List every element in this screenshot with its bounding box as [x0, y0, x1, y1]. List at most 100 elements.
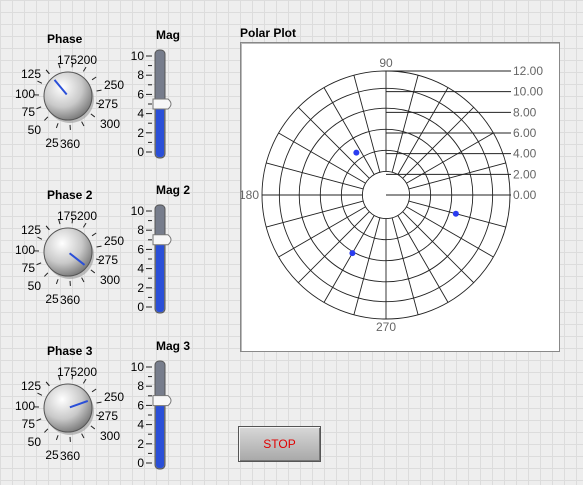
phase-knob[interactable]: 175 200125250100275753005025 360: [0, 48, 130, 153]
polar-grid-spoke: [298, 211, 370, 283]
polar-data-point: [353, 149, 360, 156]
slider-tick-label: 2: [137, 281, 144, 295]
knob-tick: [96, 89, 102, 92]
knob-tick-label: 50: [28, 123, 42, 137]
slider-tick-label: 4: [137, 418, 144, 432]
polar-grid-spoke: [402, 107, 474, 179]
phase-label: Phase: [47, 32, 83, 46]
knob-tick: [37, 80, 43, 84]
phase-3-knob[interactable]: 175 200125250100275753005025 360: [0, 360, 130, 465]
knob-tick: [82, 66, 87, 72]
knob-tick: [96, 401, 102, 404]
polar-radius-label: 12.00: [513, 64, 543, 78]
knob-tick: [96, 245, 102, 248]
knob-tick: [37, 392, 43, 396]
slider-tick-label: 2: [137, 126, 144, 140]
slider-thumb: [152, 98, 172, 110]
knob-tick-label: 175: [57, 209, 77, 223]
knob-tick-label: 125: [21, 223, 41, 237]
slider-tick-label: 4: [137, 107, 144, 121]
polar-data-point: [452, 210, 459, 217]
knob-tick-label: 50: [28, 279, 42, 293]
knob-tick: [55, 123, 59, 129]
stop-button[interactable]: STOP: [238, 426, 321, 462]
polar-angle-label-90: 90: [379, 56, 393, 70]
slider-fill: [156, 239, 164, 312]
polar-radius-label: 6.00: [513, 126, 537, 140]
knob-tick-label: 200: [77, 365, 97, 379]
knob-tick-label: 175: [57, 53, 77, 67]
polar-radius-label: 4.00: [513, 147, 537, 161]
knob-tick: [44, 116, 49, 121]
slider-fill: [156, 104, 164, 157]
polar-plot-title: Polar Plot: [240, 26, 297, 40]
knob-tick-label: 25: [45, 292, 59, 306]
knob-tick-label: 125: [21, 379, 41, 393]
knob-tick: [90, 113, 96, 118]
polar-grid-spoke: [406, 206, 494, 258]
phase-2-knob[interactable]: 175 200125250100275753005025 360: [0, 204, 130, 309]
mag-2-label: Mag 2: [156, 183, 191, 197]
knob-tick-label: 100: [15, 87, 35, 101]
mag-slider[interactable]: 10 8 6 4 2 0: [120, 44, 190, 164]
knob-tick: [91, 388, 97, 393]
polar-radius-label: 2.00: [513, 167, 537, 181]
knob-tick: [81, 433, 85, 439]
polar-grid-spoke: [397, 87, 449, 175]
knob-tick-label: 25: [45, 136, 59, 150]
knob-tick-label: 300: [100, 429, 120, 443]
polar-grid-spoke: [278, 132, 366, 184]
polar-angle-label-180: 180: [241, 188, 259, 202]
knob-tick: [45, 381, 50, 387]
knob-tick-label: 75: [22, 417, 36, 431]
slider-tick-label: 0: [137, 145, 144, 159]
slider-tick-label: 10: [131, 49, 145, 63]
slider-tick-label: 10: [131, 204, 145, 218]
mag-3-slider[interactable]: 10 8 6 4 2 0: [120, 355, 190, 475]
polar-radius-label: 8.00: [513, 105, 537, 119]
knob-tick: [91, 76, 97, 81]
mag-2-slider[interactable]: 10 8 6 4 2 0: [120, 199, 190, 319]
knob-tick-label: 100: [15, 399, 35, 413]
knob-tick-label: 200: [77, 53, 97, 67]
knob-tick: [90, 269, 96, 274]
polar-grid-spoke: [278, 206, 366, 258]
knob-tick-label: 300: [100, 117, 120, 131]
polar-radius-label: 0.00: [513, 188, 537, 202]
knob-tick: [45, 69, 50, 75]
knob-tick-label: 275: [98, 253, 118, 267]
slider-tick-label: 6: [137, 398, 144, 412]
knob-tick: [82, 378, 87, 384]
polar-grid-spoke: [406, 132, 494, 184]
polar-grid-spoke: [397, 215, 449, 303]
knob-tick: [55, 435, 59, 441]
slider-tick-label: 2: [137, 437, 144, 451]
polar-data-point: [349, 250, 356, 257]
knob-tick: [82, 222, 87, 228]
knob-tick: [81, 277, 85, 283]
phase-2-label: Phase 2: [47, 188, 93, 202]
knob-tick-label: 75: [22, 105, 36, 119]
knob-tick-label: 275: [98, 97, 118, 111]
polar-grid-spoke: [323, 87, 375, 175]
mag-label: Mag: [156, 28, 180, 42]
knob-tick: [91, 232, 97, 237]
knob-tick-label: 125: [21, 67, 41, 81]
knob-tick: [44, 272, 49, 277]
polar-grid-spoke: [402, 211, 474, 283]
knob-tick-label: 50: [28, 435, 42, 449]
slider-tick-label: 0: [137, 456, 144, 470]
knob-tick-label: 360: [60, 293, 80, 307]
stop-button-label: STOP: [263, 437, 296, 451]
knob-tick: [37, 236, 43, 240]
knob-tick: [44, 428, 49, 433]
knob-tick-label: 25: [45, 448, 59, 462]
polar-plot: 12.00 10.00 8.00 6.00 4.00 2.00 0.00 90 180 270: [239, 42, 560, 352]
polar-plot-canvas: 12.00 10.00 8.00 6.00 4.00 2.00 0.00 90 180 270: [239, 56, 543, 334]
knob-body: [43, 383, 93, 433]
knob-tick: [36, 418, 42, 422]
knob-tick-label: 75: [22, 261, 36, 275]
knob-tick: [36, 262, 42, 266]
knob-tick-label: 200: [77, 209, 97, 223]
polar-grid-spoke: [323, 215, 375, 303]
